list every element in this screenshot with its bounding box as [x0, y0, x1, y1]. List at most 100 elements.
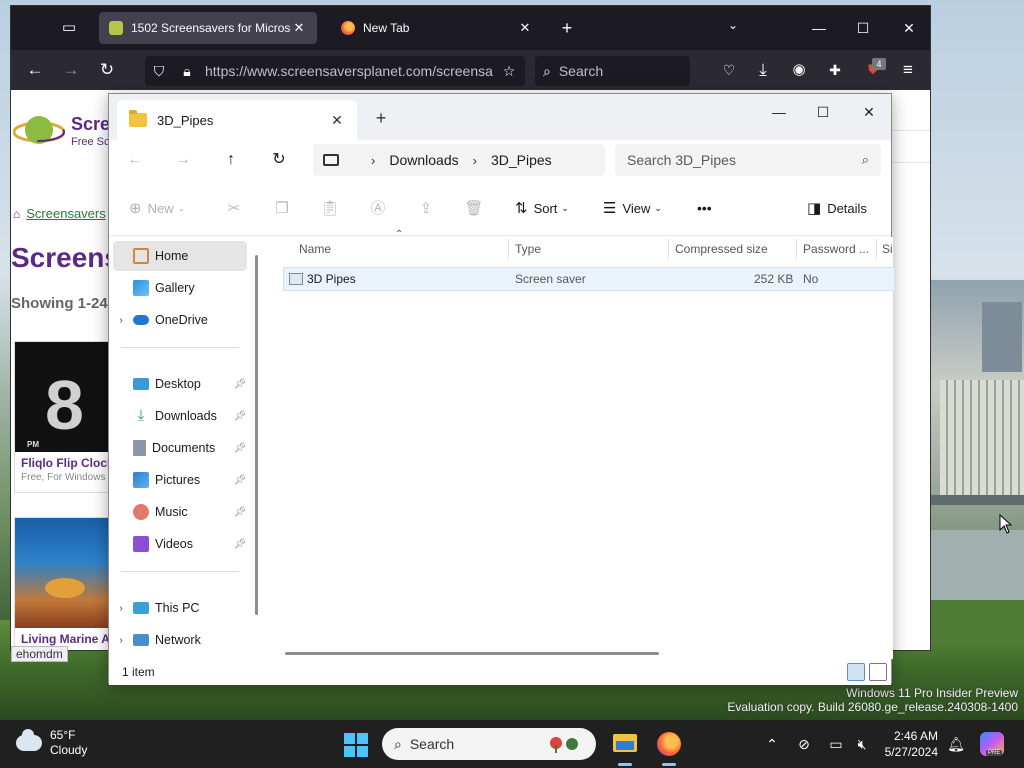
- reload-icon[interactable]: ↻: [95, 58, 119, 82]
- back-icon[interactable]: ←: [23, 58, 47, 82]
- chevron-right-icon[interactable]: ›: [113, 315, 129, 326]
- new-tab-plus-icon[interactable]: +: [369, 106, 393, 130]
- new-button[interactable]: ⊕ New ⌄: [129, 196, 185, 220]
- forward-icon[interactable]: →: [59, 58, 83, 82]
- up-icon[interactable]: ↑: [219, 148, 243, 172]
- maximize-icon[interactable]: ☐: [851, 16, 875, 40]
- table-row[interactable]: 3D Pipes Screen saver 252 KB No: [283, 267, 895, 291]
- card-thumbnail[interactable]: [15, 518, 111, 628]
- rename-icon[interactable]: Ⓐ: [367, 198, 389, 220]
- nav-item-onedrive[interactable]: › OneDrive: [113, 305, 247, 335]
- screensaver-card[interactable]: Living Marine Aq: [14, 517, 112, 650]
- new-tab-plus-icon[interactable]: +: [555, 16, 579, 40]
- screensaver-card[interactable]: 8 PM Fliqlo Flip Clock Free, For Windows: [14, 341, 112, 493]
- nav-item-downloads[interactable]: ⤓ Downloads 📌︎: [113, 401, 247, 431]
- tab-list-icon[interactable]: ▭: [55, 16, 83, 40]
- maximize-icon[interactable]: ☐: [803, 98, 843, 126]
- column-divider[interactable]: [668, 239, 669, 259]
- column-divider[interactable]: [508, 239, 509, 259]
- chevron-right-icon[interactable]: ›: [113, 635, 129, 646]
- breadcrumb-link-screensavers[interactable]: Screensavers: [26, 206, 105, 221]
- nav-item-documents[interactable]: Documents 📌︎: [113, 433, 247, 463]
- large-icons-view-icon[interactable]: [869, 663, 887, 681]
- nav-scrollbar[interactable]: [255, 255, 258, 615]
- site-logo[interactable]: [13, 108, 65, 152]
- delete-icon[interactable]: 🗑︎: [463, 198, 485, 220]
- nav-item-desktop[interactable]: Desktop 📌︎: [113, 369, 247, 399]
- sort-button[interactable]: ⇅ Sort ⌄: [515, 196, 569, 220]
- network-disconnected-icon[interactable]: ⊘: [794, 734, 814, 754]
- explorer-search-input[interactable]: Search 3D_Pipes ⌕: [615, 144, 881, 176]
- bookmark-star-icon[interactable]: ☆: [499, 61, 519, 81]
- chevron-right-icon[interactable]: ›: [473, 153, 477, 168]
- shield-icon[interactable]: ⛉: [149, 61, 169, 81]
- column-header-size[interactable]: Si: [882, 237, 893, 261]
- share-icon[interactable]: ⇪: [415, 198, 437, 220]
- chevron-right-icon[interactable]: ›: [371, 153, 375, 168]
- url-bar[interactable]: ⛉ 🔒︎ https://www.screensaversplanet.com/…: [145, 56, 525, 86]
- pin-icon[interactable]: 📌︎: [233, 379, 247, 390]
- pin-icon[interactable]: 📌︎: [233, 475, 247, 486]
- url-text[interactable]: https://www.screensaversplanet.com/scree…: [205, 63, 493, 79]
- nav-item-pictures[interactable]: Pictures 📌︎: [113, 465, 247, 495]
- horizontal-scrollbar[interactable]: [285, 652, 659, 655]
- chevron-up-icon[interactable]: ⌃: [762, 734, 782, 754]
- card-title[interactable]: Living Marine Aq: [15, 628, 111, 646]
- nav-item-gallery[interactable]: Gallery: [113, 273, 247, 303]
- browser-search-box[interactable]: ⌕ Search: [535, 56, 690, 86]
- nav-item-videos[interactable]: Videos 📌︎: [113, 529, 247, 559]
- card-thumbnail[interactable]: 8 PM: [15, 342, 111, 452]
- home-icon[interactable]: ⌂: [13, 207, 20, 221]
- taskbar-firefox[interactable]: [654, 728, 684, 766]
- pocket-icon[interactable]: ♡: [717, 58, 741, 82]
- details-view-icon[interactable]: [847, 663, 865, 681]
- pin-icon[interactable]: 📌︎: [233, 507, 247, 518]
- back-icon[interactable]: ←: [123, 148, 147, 172]
- speaker-muted-icon[interactable]: 🔇︎: [852, 734, 872, 754]
- close-window-icon[interactable]: ✕: [897, 16, 921, 40]
- browser-tab-screensavers[interactable]: 1502 Screensavers for Microsoft ✕: [99, 12, 317, 44]
- paste-icon[interactable]: 📋︎: [319, 198, 341, 220]
- minimize-icon[interactable]: —: [759, 98, 799, 126]
- column-header-password[interactable]: Password ...: [803, 237, 869, 261]
- nav-item-music[interactable]: Music 📌︎: [113, 497, 247, 527]
- site-name[interactable]: Scre: [71, 114, 110, 135]
- close-tab-icon[interactable]: ✕: [517, 20, 533, 36]
- column-header-type[interactable]: Type: [515, 237, 541, 261]
- cut-icon[interactable]: ✂: [223, 198, 245, 220]
- hamburger-menu-icon[interactable]: ≡: [896, 58, 920, 82]
- column-header-compressed-size[interactable]: Compressed size: [675, 237, 768, 261]
- nav-item-home[interactable]: Home: [113, 241, 247, 271]
- pin-icon[interactable]: 📌︎: [233, 539, 247, 550]
- column-divider[interactable]: [796, 239, 797, 259]
- forward-icon[interactable]: →: [171, 148, 195, 172]
- view-button[interactable]: ☰ View ⌄: [603, 196, 662, 220]
- column-header-name[interactable]: Name: [299, 237, 331, 261]
- weather-widget[interactable]: 65°F Cloudy: [16, 728, 87, 758]
- column-divider[interactable]: [876, 239, 877, 259]
- close-tab-icon[interactable]: ✕: [291, 20, 307, 36]
- system-clock[interactable]: 2:46 AM 5/27/2024: [880, 728, 938, 760]
- close-window-icon[interactable]: ✕: [849, 98, 889, 126]
- nav-item-network[interactable]: › Network: [113, 625, 247, 655]
- close-tab-icon[interactable]: ✕: [329, 112, 345, 129]
- breadcrumb-path[interactable]: › Downloads › 3D_Pipes: [313, 144, 605, 176]
- details-button[interactable]: ◨ Details: [807, 196, 867, 220]
- start-button[interactable]: [344, 733, 368, 757]
- refresh-icon[interactable]: ↻: [267, 148, 291, 172]
- display-icon[interactable]: ▭: [826, 734, 846, 754]
- copy-icon[interactable]: ❐: [271, 198, 293, 220]
- chevron-down-icon[interactable]: ⌄: [723, 18, 743, 38]
- chevron-right-icon[interactable]: ›: [113, 603, 129, 614]
- taskbar-search[interactable]: ⌕ Search: [382, 728, 596, 760]
- breadcrumb-3d-pipes[interactable]: 3D_Pipes: [491, 152, 552, 168]
- breadcrumb-downloads[interactable]: Downloads: [389, 152, 458, 168]
- browser-tab-new-tab[interactable]: New Tab ✕: [331, 12, 543, 44]
- minimize-icon[interactable]: —: [807, 16, 831, 40]
- card-title[interactable]: Fliqlo Flip Clock: [15, 452, 111, 470]
- notification-bell-icon[interactable]: 🔔︎: [946, 734, 966, 754]
- lock-icon[interactable]: 🔒︎: [177, 61, 197, 81]
- more-options-button[interactable]: •••: [697, 196, 712, 220]
- nav-item-this-pc[interactable]: › This PC: [113, 593, 247, 623]
- taskbar-file-explorer[interactable]: [610, 728, 640, 766]
